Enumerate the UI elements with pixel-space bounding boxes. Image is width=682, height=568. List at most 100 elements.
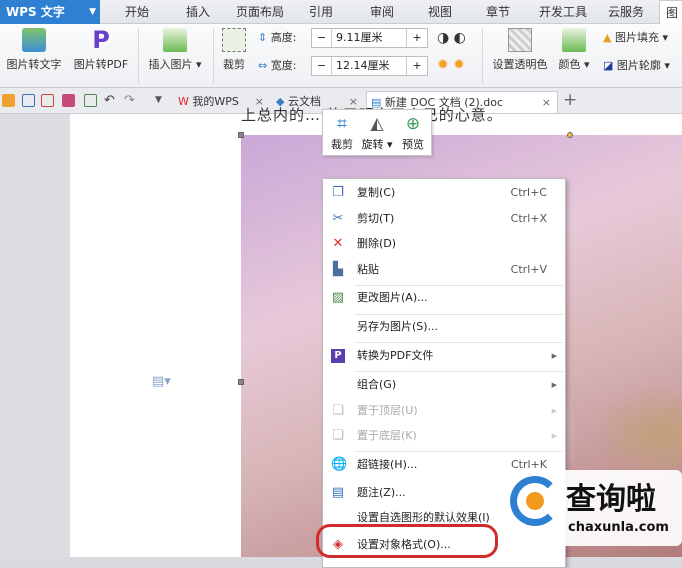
open-icon[interactable] xyxy=(2,94,15,107)
paste-icon: ▙ xyxy=(333,262,343,277)
insert-picture-button[interactable]: 插入图片 ▾ xyxy=(145,28,205,72)
app-menu-button[interactable]: WPS 文字 ▼ xyxy=(0,0,100,24)
bring-front-icon: ❏ xyxy=(332,403,344,418)
tab-label: 我的WPS xyxy=(192,95,239,108)
label: 高度: xyxy=(270,31,297,44)
paragraph-anchor-icon: ▤▾ xyxy=(152,374,171,389)
crop-button[interactable]: 裁剪 xyxy=(219,28,249,72)
menu-item-bring-to-front: ❏ 置于顶层(U) ▶ xyxy=(323,399,565,423)
divider xyxy=(482,28,483,84)
label: 颜色 ▾ xyxy=(558,58,590,71)
tab-cloud[interactable]: 云服务 xyxy=(608,0,644,24)
tab-page-layout[interactable]: 页面布局 xyxy=(236,0,284,24)
tab-developer[interactable]: 开发工具 xyxy=(539,0,587,24)
height-icon: ⇕ xyxy=(258,31,271,44)
height-stepper[interactable]: − 9.11厘米 + xyxy=(311,28,428,48)
height-increment-button[interactable]: + xyxy=(406,29,427,47)
scissors-icon: ✂ xyxy=(332,211,344,226)
mini-preview-button[interactable]: ⊕ 预览 xyxy=(396,112,430,152)
shortcut: Ctrl+V xyxy=(510,263,547,276)
label: 题注(Z)... xyxy=(357,486,406,499)
label: 图片填充 ▾ xyxy=(614,31,668,44)
divider xyxy=(355,451,563,452)
divider xyxy=(355,342,563,343)
tab-section[interactable]: 章节 xyxy=(486,0,510,24)
crop-icon: ⌗ xyxy=(337,114,347,134)
label: 裁剪 xyxy=(331,138,353,151)
wps-logo-icon: W xyxy=(178,95,189,108)
save-icon[interactable] xyxy=(22,94,35,107)
label: 裁剪 xyxy=(223,58,245,71)
tab-view[interactable]: 视图 xyxy=(428,0,452,24)
label: 复制(C) xyxy=(357,186,396,199)
tab-references[interactable]: 引用 xyxy=(309,0,333,24)
picture-icon xyxy=(163,28,187,52)
menu-item-change-picture[interactable]: ▨ 更改图片(A)... xyxy=(323,286,565,310)
menu-item-convert-pdf[interactable]: P 转换为PDF文件 ▶ xyxy=(323,344,565,368)
contrast-buttons[interactable]: ◑ ◐ xyxy=(437,30,466,46)
tab-review[interactable]: 审阅 xyxy=(370,0,394,24)
picture-to-text-icon xyxy=(22,28,46,52)
width-stepper[interactable]: − 12.14厘米 + xyxy=(311,56,428,76)
width-increment-button[interactable]: + xyxy=(406,57,427,75)
picture-outline-button[interactable]: ◪ 图片轮廓 ▾ xyxy=(603,56,670,76)
menu-item-delete[interactable]: ✕ 删除(D) xyxy=(323,232,565,256)
resize-handle[interactable] xyxy=(238,379,244,385)
menu-item-group[interactable]: 组合(G) ▶ xyxy=(323,373,565,397)
print-icon[interactable] xyxy=(62,94,75,107)
label: 另存为图片(S)... xyxy=(357,320,439,333)
pdf-icon: P xyxy=(331,349,345,363)
send-back-icon: ❏ xyxy=(332,428,344,443)
caption-icon: ▤ xyxy=(331,485,345,500)
menu-item-cut[interactable]: ✂ 剪切(T) Ctrl+X xyxy=(323,207,565,231)
mini-rotate-button[interactable]: ◭ 旋转 ▾ xyxy=(360,112,394,152)
label: 删除(D) xyxy=(357,237,397,250)
menu-item-save-as-picture[interactable]: 另存为图片(S)... xyxy=(323,315,565,339)
close-icon[interactable]: × xyxy=(542,92,551,114)
label: 转换为PDF文件 xyxy=(357,349,434,362)
watermark: 查询啦 chaxunla.com xyxy=(506,470,682,546)
submenu-arrow-icon: ▶ xyxy=(551,407,557,415)
delete-icon: ✕ xyxy=(332,236,344,251)
crop-icon xyxy=(222,28,246,52)
resize-handle[interactable] xyxy=(238,132,244,138)
height-decrement-button[interactable]: − xyxy=(312,29,332,47)
label: 预览 xyxy=(402,138,424,151)
picture-to-text-button[interactable]: 图片转文字 xyxy=(4,28,64,72)
menu-item-paste[interactable]: ▙ 粘贴 Ctrl+V xyxy=(323,258,565,282)
app-name: WPS 文字 xyxy=(6,5,65,19)
fill-icon: ▲ xyxy=(603,31,615,44)
width-decrement-button[interactable]: − xyxy=(312,57,332,75)
width-icon: ⇔ xyxy=(258,59,271,72)
tab-home[interactable]: 开始 xyxy=(125,0,149,24)
copy-icon: ❐ xyxy=(332,185,344,200)
export-pdf-icon[interactable] xyxy=(41,94,54,107)
rotate-handle[interactable] xyxy=(567,132,573,138)
customize-dropdown-icon[interactable]: ▼ xyxy=(155,94,168,107)
menu-item-copy[interactable]: ❐ 复制(C) Ctrl+C xyxy=(323,181,565,205)
height-input[interactable]: 9.11厘米 xyxy=(332,29,406,47)
tab-picture-tools[interactable]: 图 xyxy=(659,0,682,24)
new-tab-button[interactable]: + xyxy=(563,90,577,110)
picture-to-pdf-button[interactable]: P 图片转PDF xyxy=(70,28,132,72)
set-transparent-color-button[interactable]: 设置透明色 xyxy=(490,28,550,72)
label: 插入图片 ▾ xyxy=(148,58,202,71)
brightness-buttons[interactable]: ✹ ✹ xyxy=(437,57,465,73)
picture-fill-button[interactable]: ▲ 图片填充 ▾ xyxy=(603,28,668,48)
submenu-arrow-icon: ▶ xyxy=(551,381,557,389)
outline-icon: ◪ xyxy=(603,59,617,72)
tab-insert[interactable]: 插入 xyxy=(186,0,210,24)
width-input[interactable]: 12.14厘米 xyxy=(332,57,406,75)
submenu-arrow-icon: ▶ xyxy=(551,432,557,440)
label: 置于底层(K) xyxy=(357,429,417,442)
label: 置于顶层(U) xyxy=(357,404,418,417)
chevron-down-icon: ▼ xyxy=(89,7,96,17)
watermark-url: chaxunla.com xyxy=(568,520,669,535)
change-picture-icon: ▨ xyxy=(331,290,345,305)
redo-icon[interactable]: ↷ xyxy=(124,94,137,107)
color-button[interactable]: 颜色 ▾ xyxy=(556,28,592,72)
width-label: ⇔ 宽度: xyxy=(258,56,296,76)
mini-crop-button[interactable]: ⌗ 裁剪 xyxy=(325,112,359,152)
print-preview-icon[interactable] xyxy=(84,94,97,107)
undo-icon[interactable]: ↶ xyxy=(104,94,117,107)
